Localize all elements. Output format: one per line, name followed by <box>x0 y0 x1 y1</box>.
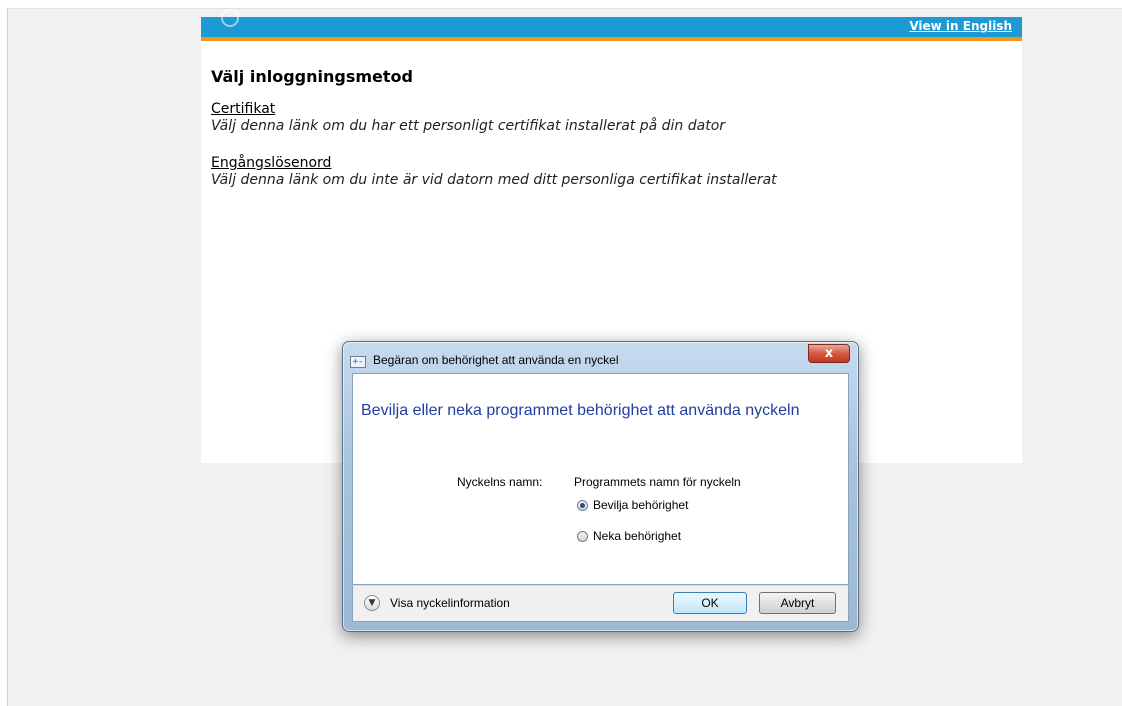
ok-button[interactable]: OK <box>673 592 747 614</box>
site-logo-icon <box>221 9 239 27</box>
login-method-one-time-password: Engångslösenord Välj denna länk om du in… <box>211 155 777 189</box>
key-app-icon: +- <box>350 356 366 368</box>
grant-permission-option[interactable]: Bevilja behörighet <box>577 498 688 512</box>
one-time-password-link[interactable]: Engångslösenord <box>211 155 331 171</box>
key-permission-dialog: +- Begäran om behörighet att använda en … <box>342 341 859 632</box>
view-in-english-link[interactable]: View in English <box>909 19 1012 33</box>
site-header-bar: View in English <box>201 9 1022 41</box>
dialog-title: Begäran om behörighet att använda en nyc… <box>373 353 619 367</box>
dialog-content: Bevilja eller neka programmet behörighet… <box>352 373 849 585</box>
cancel-button[interactable]: Avbryt <box>759 592 836 614</box>
key-name-value: Programmets namn för nyckeln <box>574 475 741 489</box>
chevron-down-icon[interactable]: ▼ <box>364 595 380 611</box>
certificate-description: Välj denna länk om du har ett personligt… <box>211 118 726 134</box>
grant-permission-label: Bevilja behörighet <box>593 498 689 512</box>
certificate-link[interactable]: Certifikat <box>211 101 275 117</box>
key-name-label: Nyckelns namn: <box>457 475 543 489</box>
show-key-details-toggle[interactable]: Visa nyckelinformation <box>390 596 510 610</box>
one-time-password-description: Välj denna länk om du inte är vid datorn… <box>211 172 777 188</box>
login-method-certificate: Certifikat Välj denna länk om du har ett… <box>211 101 725 135</box>
close-button[interactable]: x <box>808 344 850 363</box>
deny-permission-label: Neka behörighet <box>593 529 682 543</box>
main-instruction: Bevilja eller neka programmet behörighet… <box>361 402 800 419</box>
page-title: Välj inloggningsmetod <box>211 67 413 86</box>
dialog-footer: ▼ Visa nyckelinformation OK Avbryt <box>352 585 849 622</box>
radio-selected-icon[interactable] <box>577 500 588 511</box>
radio-unselected-icon[interactable] <box>577 531 588 542</box>
deny-permission-option[interactable]: Neka behörighet <box>577 529 681 543</box>
